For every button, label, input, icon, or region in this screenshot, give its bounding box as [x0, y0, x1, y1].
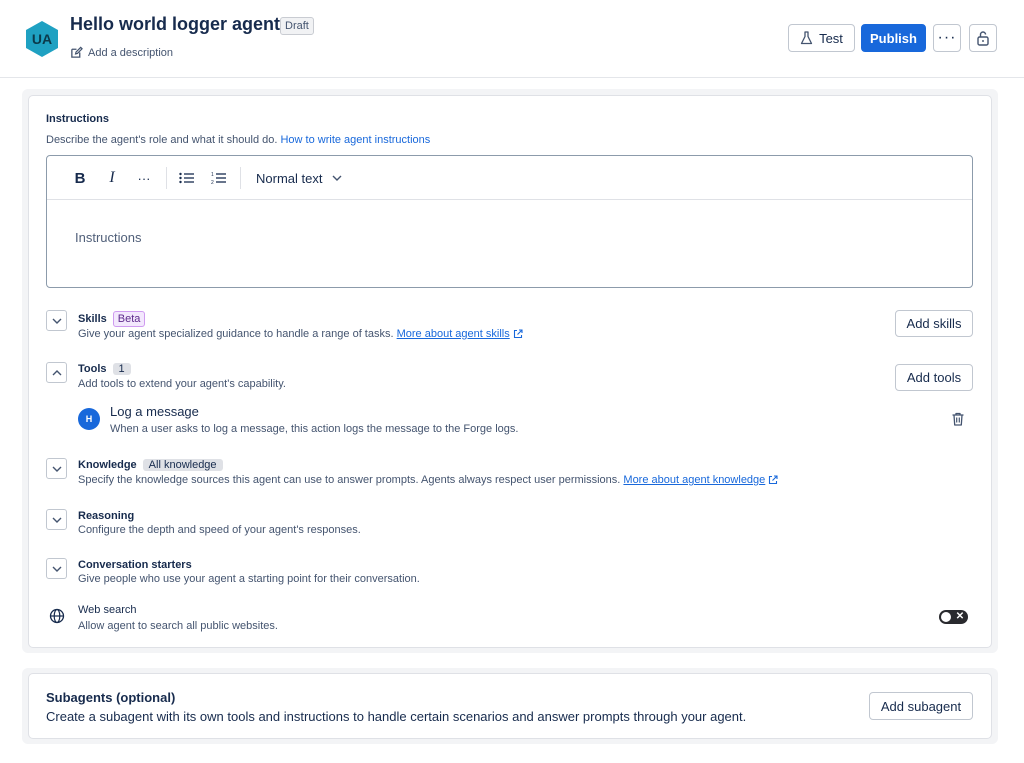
tools-description: Add tools to extend your agent's capabil… — [78, 378, 286, 390]
knowledge-help-link[interactable]: More about agent knowledge — [623, 474, 765, 486]
chevron-down-icon — [52, 318, 61, 324]
edit-icon — [71, 46, 83, 58]
test-button-label: Test — [819, 30, 843, 46]
editor-placeholder: Instructions — [75, 230, 142, 245]
tools-title-text: Tools — [78, 363, 107, 375]
more-formatting-button[interactable]: ··· — [133, 156, 155, 200]
knowledge-title: Knowledge All knowledge — [78, 459, 223, 471]
instructions-description-text: Describe the agent's role and what it sh… — [46, 134, 278, 146]
svg-text:1: 1 — [211, 172, 214, 178]
skills-expand-toggle[interactable] — [46, 310, 67, 331]
text-style-dropdown[interactable]: Normal text — [256, 156, 356, 200]
globe-icon — [49, 608, 65, 624]
tool-name: Log a message — [110, 404, 199, 419]
tools-title: Tools 1 — [78, 363, 131, 375]
bold-button[interactable]: B — [69, 156, 91, 200]
tools-count-badge: 1 — [112, 363, 131, 375]
chevron-down-icon — [52, 466, 61, 472]
skills-help-link[interactable]: More about agent skills — [397, 328, 510, 340]
text-style-label: Normal text — [256, 170, 323, 186]
skills-title: Skills Beta — [78, 311, 146, 327]
trash-icon — [952, 412, 964, 426]
chevron-down-icon — [332, 175, 342, 181]
add-skills-button[interactable]: Add skills — [895, 310, 973, 337]
toggle-off-icon: ✕ — [955, 611, 965, 622]
toolbar-divider — [240, 167, 241, 189]
instructions-help-link[interactable]: How to write agent instructions — [280, 134, 430, 146]
add-description-button[interactable]: Add a description — [70, 46, 173, 59]
more-icon: ··· — [937, 29, 957, 46]
web-search-title: Web search — [78, 604, 137, 616]
agent-header: UA Hello world logger agent Draft Add a … — [0, 0, 1024, 78]
more-actions-button[interactable]: ··· — [933, 24, 961, 52]
tool-avatar: H — [78, 408, 100, 430]
knowledge-title-text: Knowledge — [78, 459, 137, 471]
instructions-title: Instructions — [46, 113, 109, 125]
chevron-down-icon — [52, 517, 61, 523]
toolbar-divider — [166, 167, 167, 189]
tool-description: When a user asks to log a message, this … — [110, 423, 519, 435]
flask-icon — [800, 31, 813, 45]
numbered-list-button[interactable]: 1 2 — [207, 156, 231, 200]
unlock-icon — [977, 31, 989, 46]
conversation-starters-expand-toggle[interactable] — [46, 558, 67, 579]
delete-tool-button[interactable] — [950, 411, 966, 427]
reasoning-description: Configure the depth and speed of your ag… — [78, 524, 361, 536]
conversation-starters-title: Conversation starters — [78, 559, 192, 571]
external-link-icon — [513, 329, 523, 339]
bullet-list-icon — [179, 172, 194, 184]
external-link-icon — [769, 475, 778, 485]
web-search-description: Allow agent to search all public website… — [78, 620, 278, 632]
avatar-initials: UA — [31, 31, 53, 47]
reasoning-title: Reasoning — [78, 510, 135, 522]
instructions-description: Describe the agent's role and what it sh… — [46, 134, 430, 146]
instructions-editor[interactable]: B I ··· 1 2 Normal text Instructions — [46, 155, 973, 288]
knowledge-scope-badge: All knowledge — [142, 459, 223, 471]
test-button[interactable]: Test — [788, 24, 855, 52]
knowledge-expand-toggle[interactable] — [46, 458, 67, 479]
toggle-knob — [941, 612, 951, 622]
agent-avatar[interactable]: UA — [24, 20, 60, 58]
status-badge: Draft — [280, 17, 314, 35]
chevron-up-icon — [52, 369, 61, 375]
reasoning-expand-toggle[interactable] — [46, 509, 67, 530]
numbered-list-icon: 1 2 — [211, 172, 226, 185]
skills-title-text: Skills — [78, 313, 107, 325]
conversation-starters-description: Give people who use your agent a startin… — [78, 573, 420, 585]
add-description-label: Add a description — [88, 46, 173, 59]
italic-button[interactable]: I — [101, 156, 123, 200]
subagents-title: Subagents (optional) — [46, 690, 176, 705]
beta-badge: Beta — [112, 311, 146, 327]
add-subagent-button[interactable]: Add subagent — [869, 692, 973, 720]
publish-button[interactable]: Publish — [861, 24, 926, 52]
chevron-down-icon — [52, 566, 61, 572]
agent-title[interactable]: Hello world logger agent — [70, 14, 280, 35]
skills-description: Give your agent specialized guidance to … — [78, 328, 523, 340]
bullet-list-button[interactable] — [175, 156, 199, 200]
svg-text:2: 2 — [211, 180, 214, 185]
web-search-toggle[interactable]: ✕ — [939, 610, 968, 624]
subagents-description: Create a subagent with its own tools and… — [46, 709, 747, 724]
tools-collapse-toggle[interactable] — [46, 362, 67, 383]
skills-description-text: Give your agent specialized guidance to … — [78, 328, 394, 340]
subagents-card — [28, 673, 992, 739]
add-tools-button[interactable]: Add tools — [895, 364, 973, 391]
permissions-button[interactable] — [969, 24, 997, 52]
knowledge-description-text: Specify the knowledge sources this agent… — [78, 474, 621, 486]
knowledge-description: Specify the knowledge sources this agent… — [78, 474, 778, 486]
editor-toolbar: B I ··· 1 2 Normal text — [47, 156, 972, 200]
